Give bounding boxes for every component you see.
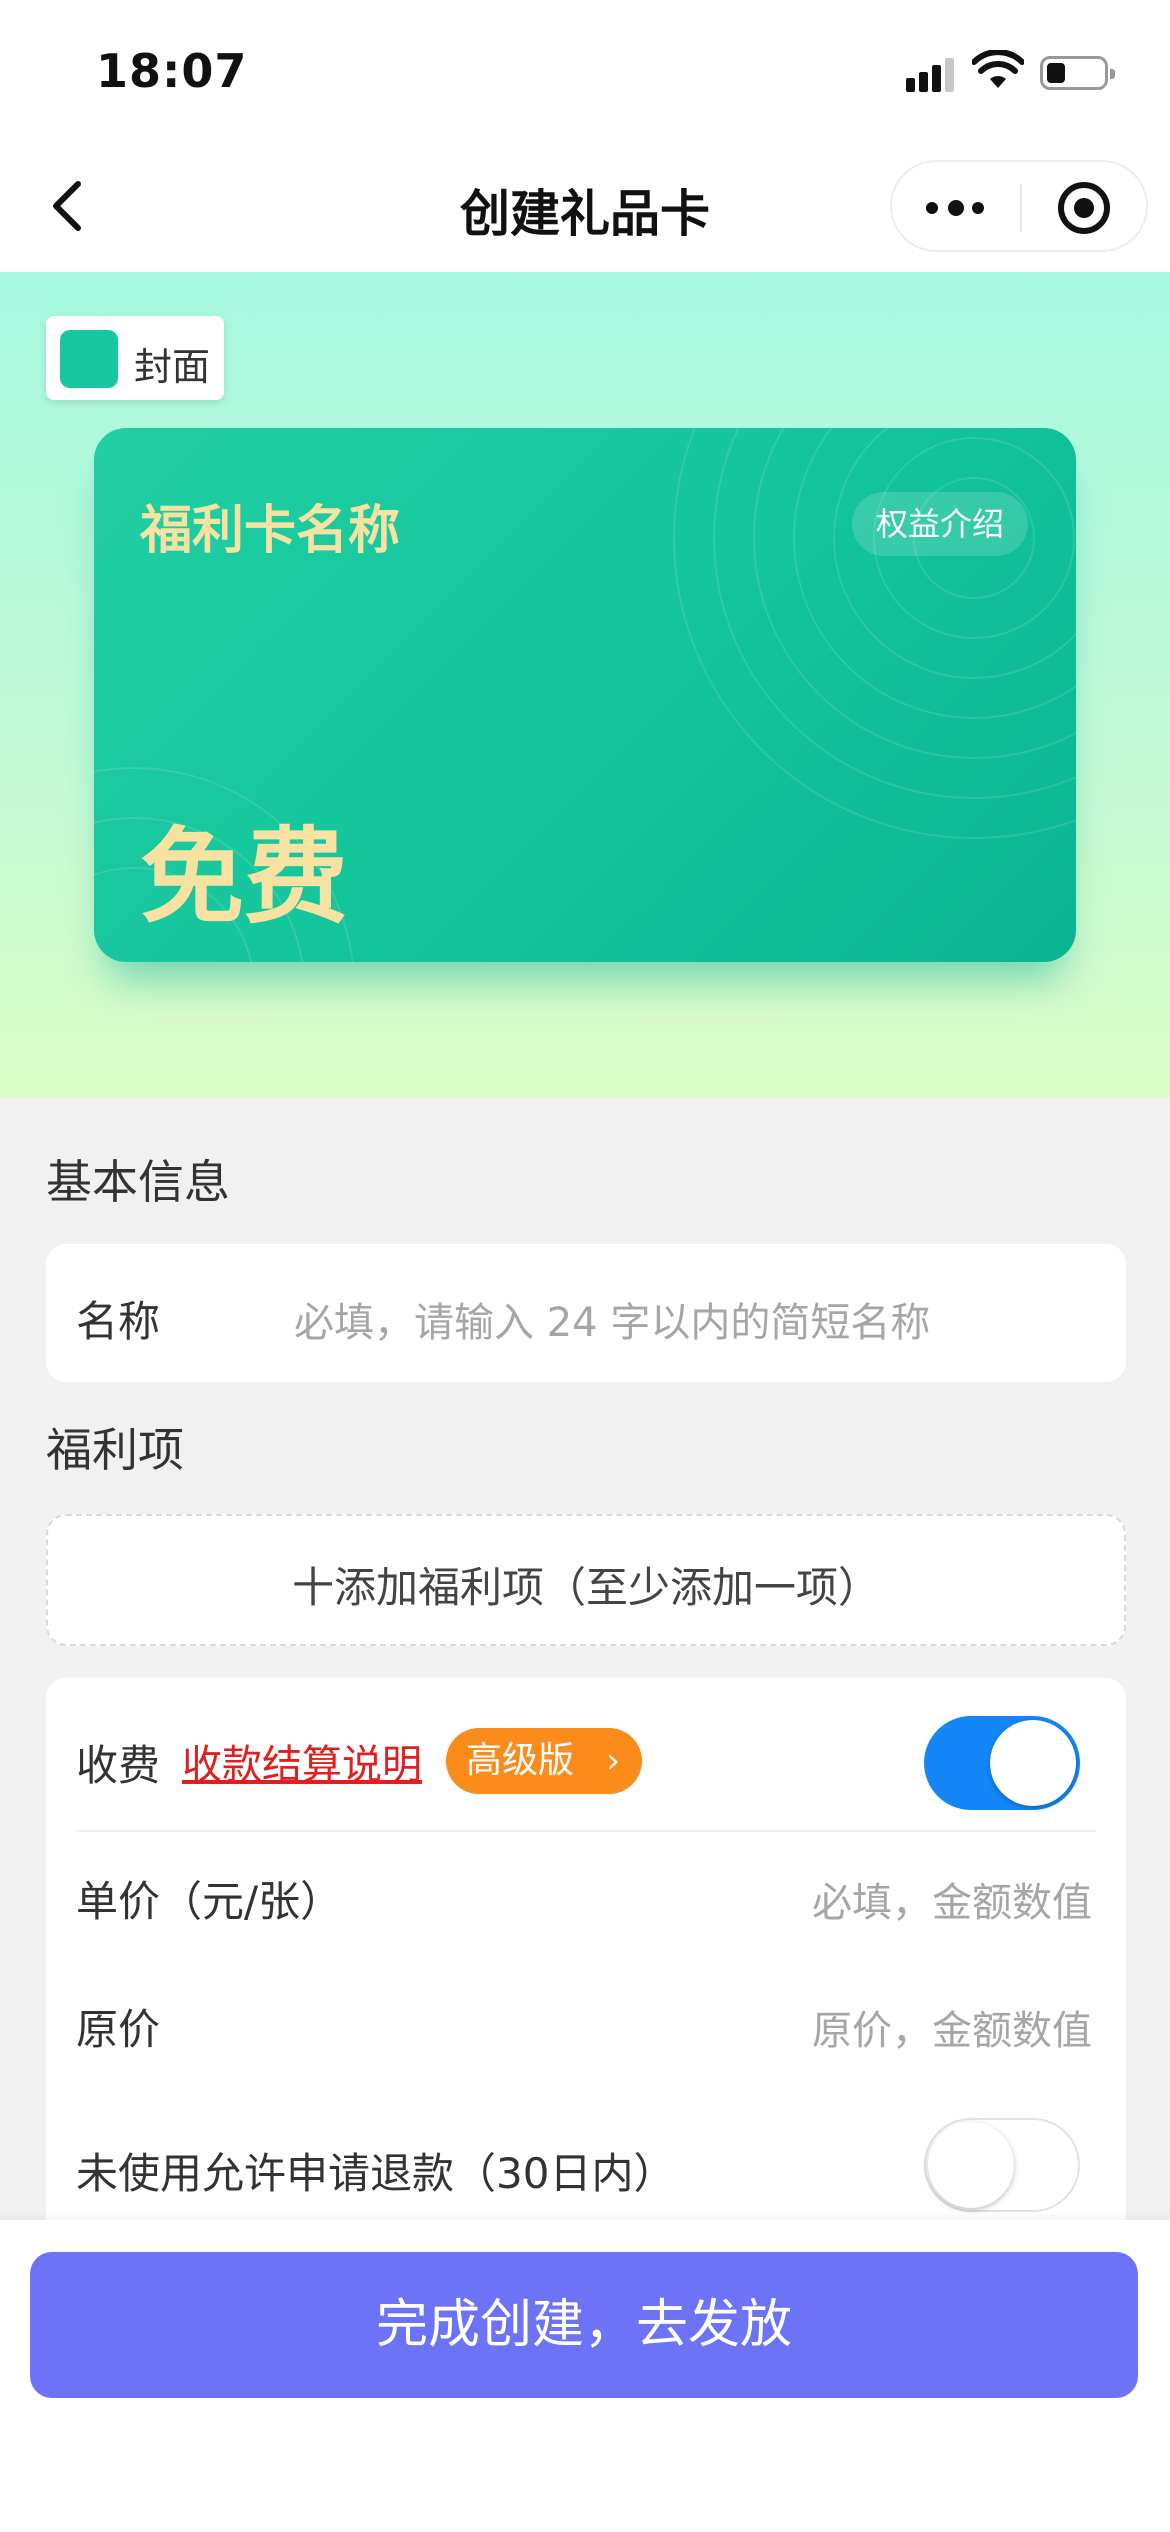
name-field-row: 名称 必填，请输入 24 字以内的简短名称 [46,1244,1126,1382]
name-label: 名称 [76,1297,161,1346]
pro-version-label: 高级版 [466,1740,575,1781]
divider [76,1830,1096,1832]
chevron-right-icon: › [606,1741,620,1781]
card-preview-area: 封面 福利卡名称 权益介绍 免费 [0,272,1170,1098]
unit-price-label: 单价（元/张） [76,1877,343,1926]
cover-color-swatch [60,330,118,388]
pro-version-badge[interactable]: 高级版 › [446,1728,642,1794]
add-benefit-label: 十添加福利项（至少添加一项） [291,1563,880,1612]
cover-label: 封面 [134,345,211,389]
section-title-basic-info: 基本信息 [46,1155,230,1209]
submit-button[interactable]: 完成创建，去发放 [30,2252,1138,2398]
refund-label: 未使用允许申请退款（30日内） [76,2149,676,2198]
refund-toggle[interactable] [924,2118,1080,2212]
gift-card-preview: 福利卡名称 权益介绍 免费 [94,428,1076,962]
toggle-knob [928,2122,1014,2208]
original-price-input[interactable]: 原价，金额数值 [812,1998,1092,2056]
original-price-label: 原价 [76,2005,161,2054]
miniprogram-capsule [890,160,1148,252]
battery-icon [1040,56,1115,90]
card-price: 免费 [140,816,349,938]
charge-label: 收费 [76,1741,161,1790]
name-input[interactable]: 必填，请输入 24 字以内的简短名称 [294,1290,930,1348]
unit-price-input[interactable]: 必填，金额数值 [812,1870,1092,1928]
cover-selector[interactable]: 封面 [46,316,224,400]
wifi-icon [972,50,1024,88]
add-benefit-button[interactable]: 十添加福利项（至少添加一项） [46,1514,1126,1646]
cellular-signal-icon [906,56,958,92]
close-miniprogram-icon[interactable] [1058,182,1110,234]
bottom-action-bar: 完成创建，去发放 [0,2220,1170,2532]
status-bar: 18:07 [0,0,1170,140]
more-icon[interactable] [926,196,986,220]
settlement-info-link[interactable]: 收款结算说明 [182,1732,422,1790]
card-name: 福利卡名称 [140,501,401,561]
benefit-intro-button[interactable]: 权益介绍 [852,492,1028,556]
charge-toggle[interactable] [924,1716,1080,1810]
toggle-knob [990,1720,1076,1806]
section-title-benefits: 福利项 [46,1423,184,1477]
status-time: 18:07 [96,44,248,98]
fee-settings-panel: 收费 收款结算说明 高级版 › 单价（元/张） 必填，金额数值 原价 原价，金额… [46,1678,1126,2238]
nav-bar: 创建礼品卡 [0,140,1170,272]
